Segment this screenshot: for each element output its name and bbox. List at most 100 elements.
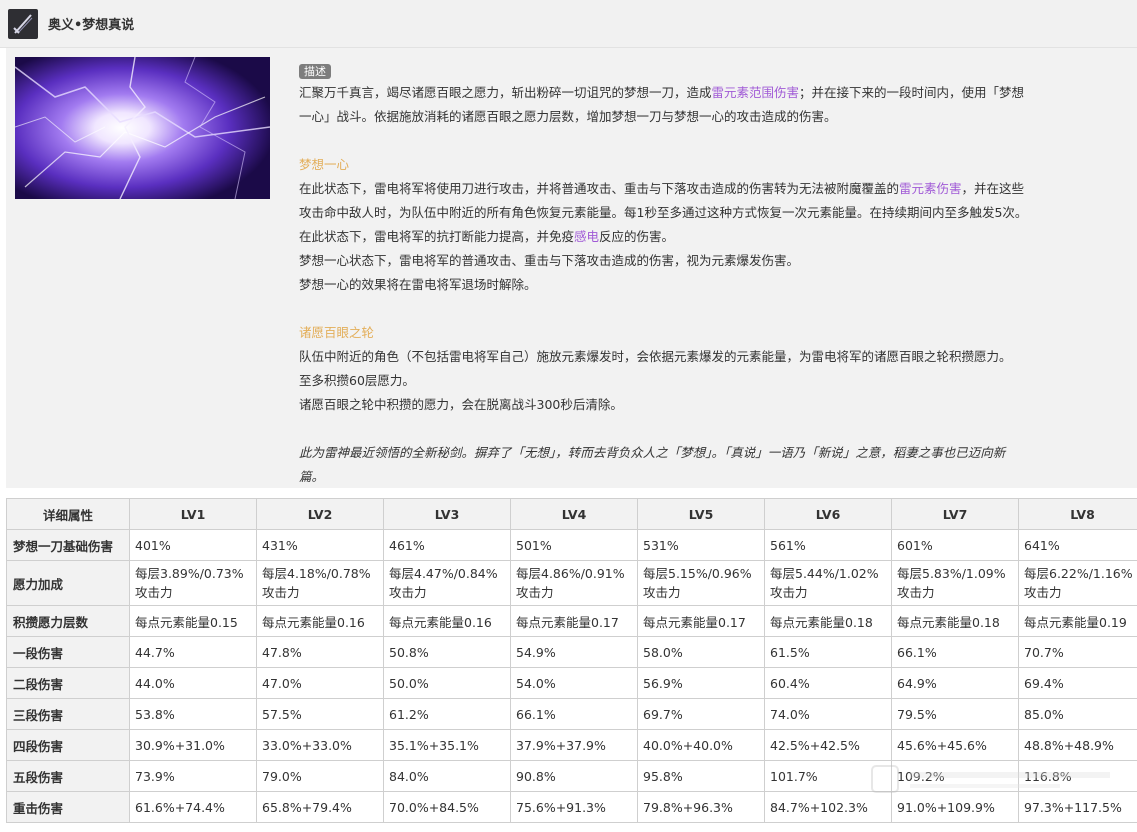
table-cell: 50.0%: [383, 667, 511, 699]
table-cell: 每点元素能量0.18: [764, 605, 892, 637]
header-lv8: LV8: [1018, 498, 1137, 530]
table-cell: 48.8%+48.9%: [1018, 729, 1137, 761]
skill-description: 描述 汇聚万千真言，竭尽诸愿百眼之愿力，斩出粉碎一切诅咒的梦想一刀，造成雷元素范…: [299, 61, 1124, 489]
table-cell: 61.2%: [383, 698, 511, 730]
sword-icon: [8, 8, 38, 39]
table-cell: 85.0%: [1018, 698, 1137, 730]
table-cell: 每点元素能量0.18: [891, 605, 1019, 637]
table-cell: 58.0%: [637, 636, 765, 668]
section1-line-2: 攻击命中敌人时，为队伍中附近的所有角色恢复元素能量。每1秒至多通过这种方式恢复一…: [299, 205, 1028, 220]
table-cell: 30.9%+31.0%: [129, 729, 257, 761]
table-cell: 69.7%: [637, 698, 765, 730]
table-cell: 601%: [891, 529, 1019, 561]
table-cell: 53.8%: [129, 698, 257, 730]
section1-line-3: 在此状态下，雷电将军的抗打断能力提高，并免疫感电反应的伤害。: [299, 229, 675, 244]
table-cell: 每层6.22%/1.16% 攻击力: [1018, 560, 1137, 606]
table-cell: 461%: [383, 529, 511, 561]
table-cell: 74.0%: [764, 698, 892, 730]
row-label: 积攒愿力层数: [6, 605, 130, 637]
table-cell: 每点元素能量0.17: [510, 605, 638, 637]
table-cell: 54.0%: [510, 667, 638, 699]
skill-description-panel: 描述 汇聚万千真言，竭尽诸愿百眼之愿力，斩出粉碎一切诅咒的梦想一刀，造成雷元素范…: [6, 48, 1137, 488]
table-cell: 42.5%+42.5%: [764, 729, 892, 761]
table-cell: 54.9%: [510, 636, 638, 668]
table-cell: 47.8%: [256, 636, 384, 668]
table-cell: 每层5.44%/1.02% 攻击力: [764, 560, 892, 606]
table-row: 梦想一刀基础伤害 401% 431% 461% 501% 531% 561% 601% 641%: [6, 529, 1137, 561]
table-cell: 33.0%+33.0%: [256, 729, 384, 761]
table-cell: 每点元素能量0.16: [256, 605, 384, 637]
table-cell: 每层4.86%/0.91% 攻击力: [510, 560, 638, 606]
header-lv5: LV5: [637, 498, 765, 530]
table-cell: 44.7%: [129, 636, 257, 668]
row-label: 二段伤害: [6, 667, 130, 699]
electro-dmg-keyword: 雷元素伤害: [899, 181, 962, 196]
section1-line-5: 梦想一心的效果将在雷电将军退场时解除。: [299, 277, 537, 292]
header-lv7: LV7: [891, 498, 1019, 530]
table-row: 三段伤害 53.8% 57.5% 61.2% 66.1% 69.7% 74.0% 79.5% 8…: [6, 698, 1137, 730]
intro-line-2: 一心」战斗。依据施放消耗的诸愿百眼之愿力层数，增加梦想一刀与梦想一心的攻击造成的…: [299, 109, 837, 124]
section-title-eye-of-wishes: 诸愿百眼之轮: [299, 325, 375, 340]
table-cell: 64.9%: [891, 667, 1019, 699]
table-cell: 84.0%: [383, 760, 511, 792]
skill-preview-image: [15, 57, 270, 199]
table-cell: 每点元素能量0.17: [637, 605, 765, 637]
table-row: 四段伤害 30.9%+31.0% 33.0%+33.0% 35.1%+35.1% 37.…: [6, 729, 1137, 761]
skill-header: 奥义•梦想真说: [0, 0, 1137, 48]
table-header-row: 详细属性 LV1 LV2 LV3 LV4 LV5 LV6 LV7 LV8: [6, 498, 1137, 530]
section2-line-2: 至多积攒60层愿力。: [299, 373, 415, 388]
header-lv6: LV6: [764, 498, 892, 530]
table-cell: 431%: [256, 529, 384, 561]
table-cell: 每层5.83%/1.09% 攻击力: [891, 560, 1019, 606]
intro-line-1: 汇聚万千真言，竭尽诸愿百眼之愿力，斩出粉碎一切诅咒的梦想一刀，造成雷元素范围伤害…: [299, 85, 1025, 100]
table-cell: 每层4.47%/0.84% 攻击力: [383, 560, 511, 606]
table-cell: 60.4%: [764, 667, 892, 699]
table-cell: 70.7%: [1018, 636, 1137, 668]
header-lv1: LV1: [129, 498, 257, 530]
table-cell: 90.8%: [510, 760, 638, 792]
table-cell: 每层5.15%/0.96% 攻击力: [637, 560, 765, 606]
table-cell: 每点元素能量0.15: [129, 605, 257, 637]
row-label: 重击伤害: [6, 791, 130, 823]
table-cell: 66.1%: [510, 698, 638, 730]
table-cell: 47.0%: [256, 667, 384, 699]
table-cell: 79.8%+96.3%: [637, 791, 765, 823]
table-cell: 561%: [764, 529, 892, 561]
table-cell: 50.8%: [383, 636, 511, 668]
table-cell: 65.8%+79.4%: [256, 791, 384, 823]
flavor-text-line-2: 篇。: [299, 469, 325, 484]
header-attribute: 详细属性: [6, 498, 130, 530]
table-cell: 61.5%: [764, 636, 892, 668]
header-lv3: LV3: [383, 498, 511, 530]
section-title-musou-isshin: 梦想一心: [299, 157, 350, 172]
electro-aoe-keyword: 雷元素范围伤害: [711, 85, 800, 100]
table-cell: 641%: [1018, 529, 1137, 561]
table-cell: 531%: [637, 529, 765, 561]
row-label: 愿力加成: [6, 560, 130, 606]
table-cell: 501%: [510, 529, 638, 561]
table-cell: 每层4.18%/0.78% 攻击力: [256, 560, 384, 606]
section1-line-1: 在此状态下，雷电将军将使用刀进行攻击，并将普通攻击、重击与下落攻击造成的伤害转为…: [299, 181, 1025, 196]
skill-title: 奥义•梦想真说: [48, 18, 135, 33]
table-cell: 35.1%+35.1%: [383, 729, 511, 761]
section2-line-3: 诸愿百眼之轮中积攒的愿力，会在脱离战斗300秒后清除。: [299, 397, 623, 412]
table-cell: 95.8%: [637, 760, 765, 792]
section2-line-1: 队伍中附近的角色（不包括雷电将军自己）施放元素爆发时，会依据元素爆发的元素能量，…: [299, 349, 1012, 364]
table-cell: 79.5%: [891, 698, 1019, 730]
header-lv2: LV2: [256, 498, 384, 530]
table-cell: 57.5%: [256, 698, 384, 730]
section1-line-4: 梦想一心状态下，雷电将军的普通攻击、重击与下落攻击造成的伤害，视为元素爆发伤害。: [299, 253, 800, 268]
table-cell: 401%: [129, 529, 257, 561]
table-cell: 37.9%+37.9%: [510, 729, 638, 761]
table-cell: 70.0%+84.5%: [383, 791, 511, 823]
table-cell: 每层3.89%/0.73% 攻击力: [129, 560, 257, 606]
description-tag: 描述: [299, 63, 331, 79]
table-cell: 73.9%: [129, 760, 257, 792]
table-cell: 75.6%+91.3%: [510, 791, 638, 823]
row-label: 五段伤害: [6, 760, 130, 792]
flavor-text-line-1: 此为雷神最近领悟的全新秘剑。摒弃了「无想」，转而去背负众人之「梦想」。「真说」一…: [299, 445, 1006, 460]
table-row: 二段伤害 44.0% 47.0% 50.0% 54.0% 56.9% 60.4% 64.9% 6…: [6, 667, 1137, 699]
row-label: 四段伤害: [6, 729, 130, 761]
table-cell: 40.0%+40.0%: [637, 729, 765, 761]
table-cell: 每点元素能量0.16: [383, 605, 511, 637]
